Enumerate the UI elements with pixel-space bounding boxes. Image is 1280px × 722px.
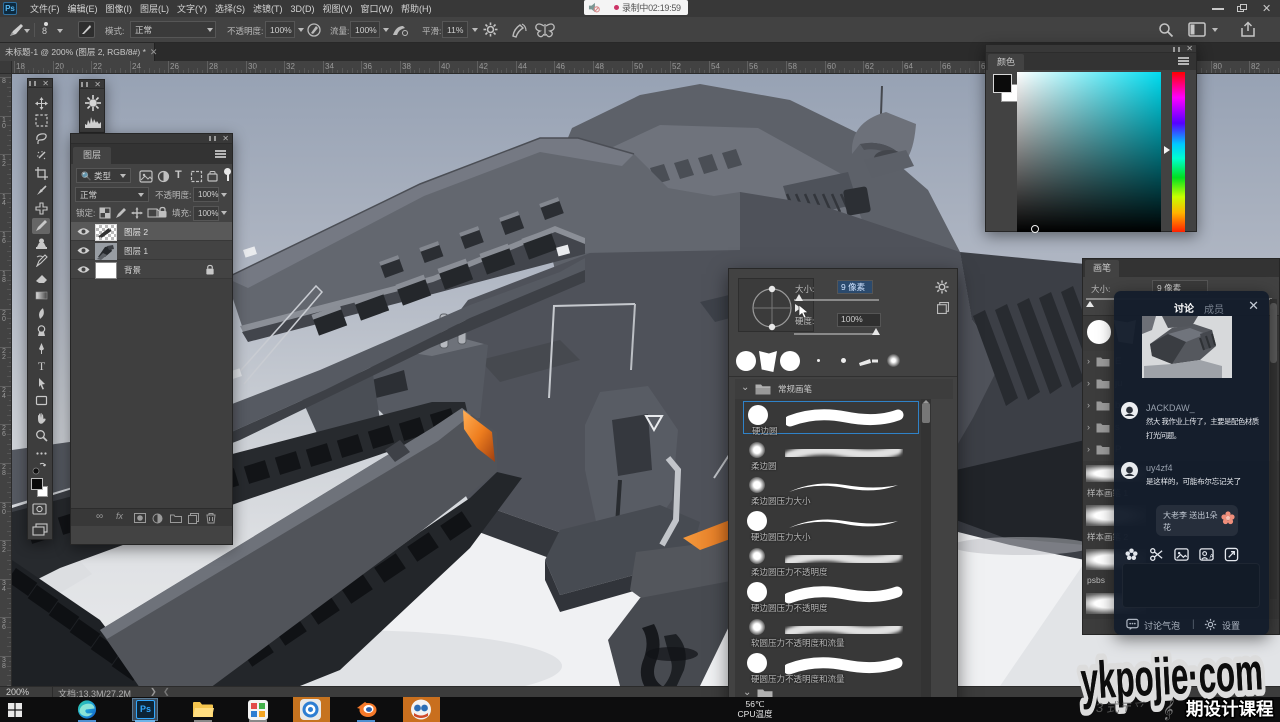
svg-text:3 式〒乊: 3 式〒乊 [1095, 700, 1147, 715]
svg-text:T: T [37, 359, 45, 372]
svg-text:𝄞: 𝄞 [1162, 698, 1174, 721]
svg-text:A: A [1209, 553, 1214, 560]
svg-text:期设计课程: 期设计课程 [1186, 699, 1274, 719]
